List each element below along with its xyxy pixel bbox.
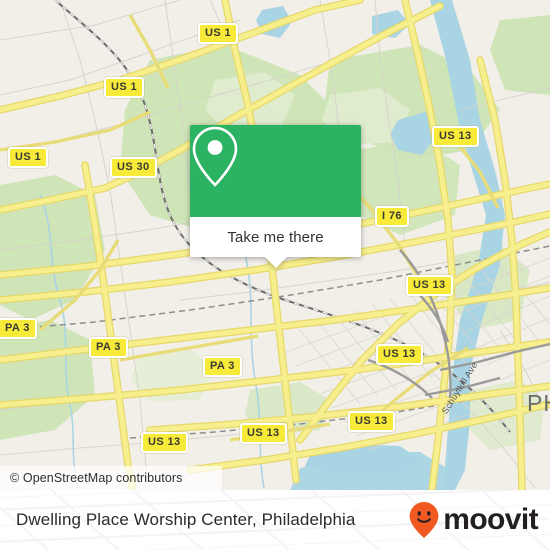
shield-us-1-top: US 1 xyxy=(198,23,239,44)
footer-bar: Dwelling Place Worship Center, Philadelp… xyxy=(0,490,550,550)
popup-footer[interactable]: Take me there xyxy=(190,217,361,268)
attribution-text: © OpenStreetMap contributors xyxy=(10,471,183,485)
shield-us-13-bottom-right: US 13 xyxy=(348,411,395,432)
shield-us-30: US 30 xyxy=(110,157,157,178)
moovit-wordmark: moovit xyxy=(443,503,538,536)
shield-us-1-far-left: US 1 xyxy=(8,147,49,168)
shield-us-1-left: US 1 xyxy=(104,77,145,98)
shield-us-13-top-right: US 13 xyxy=(432,126,479,147)
place-title: Dwelling Place Worship Center, Philadelp… xyxy=(16,490,355,550)
shield-us-13-right: US 13 xyxy=(406,275,453,296)
shield-i-76: I 76 xyxy=(375,206,409,227)
city-label-philadelphia: PH xyxy=(527,390,550,416)
shield-pa-3-far-left: PA 3 xyxy=(0,318,37,339)
shield-us-13-bottom: US 13 xyxy=(141,432,188,453)
popup-header xyxy=(190,125,361,217)
map-canvas[interactable]: US 1 US 1 US 1 US 30 US 13 I 76 US 13 PA… xyxy=(0,0,550,490)
popup-tail xyxy=(264,257,287,268)
shield-us-13-mid-right: US 13 xyxy=(376,344,423,365)
map-attribution[interactable]: © OpenStreetMap contributors xyxy=(0,466,222,490)
location-pin-icon xyxy=(192,126,238,187)
shield-pa-3-left: PA 3 xyxy=(89,337,128,358)
shield-pa-3-center: PA 3 xyxy=(203,356,242,377)
map-screenshot: US 1 US 1 US 1 US 30 US 13 I 76 US 13 PA… xyxy=(0,0,550,550)
moovit-smiley-pin-icon xyxy=(409,502,439,538)
take-me-there-label: Take me there xyxy=(227,228,324,246)
place-popup-card[interactable]: Take me there xyxy=(190,125,361,268)
moovit-brand[interactable]: moovit xyxy=(408,490,539,550)
shield-us-13-center: US 13 xyxy=(240,423,287,444)
place-title-text: Dwelling Place Worship Center, Philadelp… xyxy=(16,510,356,529)
